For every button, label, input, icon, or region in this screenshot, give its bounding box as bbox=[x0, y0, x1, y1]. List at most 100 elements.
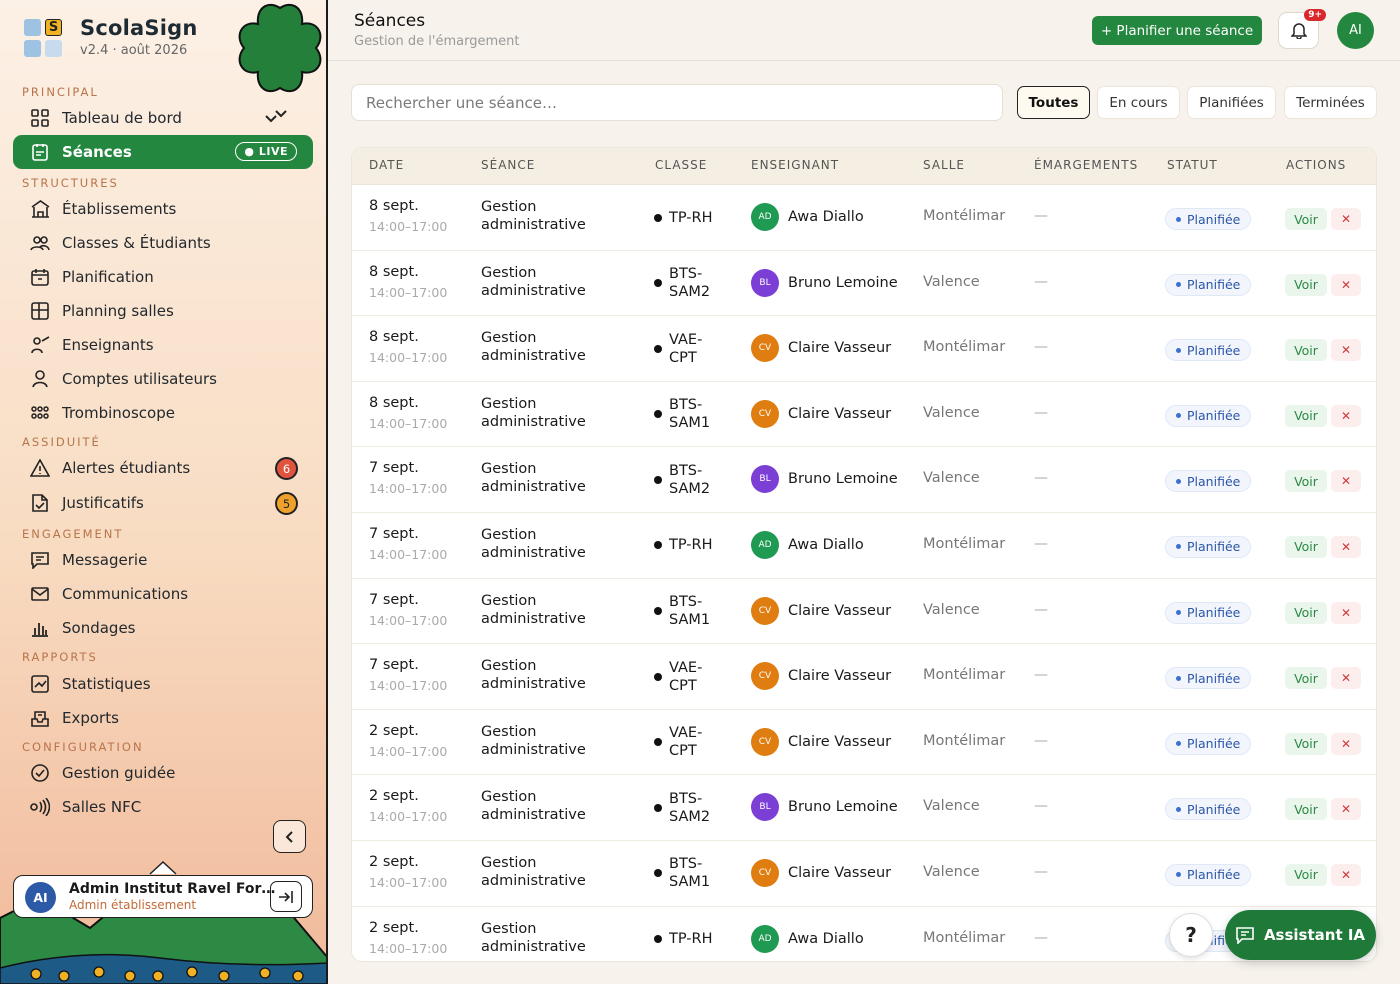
status-badge: Planifiée bbox=[1165, 208, 1252, 230]
sidebar-item-comptes-utilisateurs[interactable]: Comptes utilisateurs bbox=[13, 362, 313, 396]
voir-button[interactable]: Voir bbox=[1285, 470, 1327, 493]
row-time: 14:00–17:00 bbox=[369, 350, 448, 366]
warning-triangle-icon bbox=[30, 458, 50, 478]
table-row[interactable]: 7 sept. 14:00–17:00 Gestion administrative… bbox=[352, 447, 1376, 513]
column-statut[interactable]: STATUT bbox=[1167, 158, 1218, 172]
delete-button[interactable]: ✕ bbox=[1331, 601, 1361, 624]
delete-button[interactable]: ✕ bbox=[1331, 208, 1361, 230]
voir-button[interactable]: Voir bbox=[1285, 798, 1327, 821]
voir-button[interactable]: Voir bbox=[1285, 208, 1327, 230]
table-row[interactable]: 7 sept. 14:00–17:00 Gestion administrative… bbox=[352, 513, 1376, 579]
filter-planifiees[interactable]: Planifiées bbox=[1187, 86, 1276, 119]
column-date[interactable]: DATE bbox=[369, 158, 404, 172]
row-date: 7 sept. bbox=[369, 525, 419, 542]
column-enseignant[interactable]: ENSEIGNANT bbox=[751, 158, 839, 172]
sidebar-item-sondages[interactable]: Sondages bbox=[13, 611, 313, 645]
table-row[interactable]: 2 sept. 14:00–17:00 Gestion administrative… bbox=[352, 710, 1376, 776]
row-emargements: — bbox=[1034, 273, 1048, 290]
table-row[interactable]: 2 sept. 14:00–17:00 Gestion administrative… bbox=[352, 907, 1376, 961]
class-dot-icon bbox=[654, 869, 662, 878]
filter-terminees[interactable]: Terminées bbox=[1284, 86, 1377, 119]
column-seance[interactable]: SÉANCE bbox=[481, 158, 535, 172]
assistant-ia-button[interactable]: Assistant IA bbox=[1225, 910, 1376, 960]
row-date: 8 sept. bbox=[369, 329, 419, 346]
sidebar-item-justificatifs[interactable]: Justificatifs 5 bbox=[13, 486, 313, 520]
filter-toutes[interactable]: Toutes bbox=[1017, 86, 1090, 119]
voir-button[interactable]: Voir bbox=[1285, 601, 1327, 624]
sidebar-item-label: Justificatifs bbox=[62, 494, 144, 512]
voir-button[interactable]: Voir bbox=[1285, 667, 1327, 690]
column-classe[interactable]: CLASSE bbox=[655, 158, 707, 172]
status-dot-icon bbox=[1176, 610, 1181, 616]
row-emargements: — bbox=[1034, 470, 1048, 487]
teacher-name: Bruno Lemoine bbox=[788, 274, 898, 291]
row-date: 2 sept. bbox=[369, 853, 419, 870]
table-row[interactable]: 8 sept. 14:00–17:00 Gestion administrative… bbox=[352, 251, 1376, 317]
delete-button[interactable]: ✕ bbox=[1331, 470, 1361, 493]
row-emargements: — bbox=[1034, 667, 1048, 684]
row-classe: VAE-CPT bbox=[654, 710, 717, 775]
sidebar-item-trombinoscope[interactable]: Trombinoscope bbox=[13, 396, 313, 430]
collapse-sidebar-button[interactable] bbox=[273, 820, 306, 853]
sidebar-item-statistiques[interactable]: Statistiques bbox=[13, 667, 313, 701]
clipboard-icon bbox=[30, 142, 50, 162]
sidebar-item-classes-etudiants[interactable]: Classes & Étudiants bbox=[13, 226, 313, 260]
table-row[interactable]: 7 sept. 14:00–17:00 Gestion administrative… bbox=[352, 644, 1376, 710]
sidebar-item-enseignants[interactable]: Enseignants bbox=[13, 328, 313, 362]
user-profile-card[interactable]: AI Admin Institut Ravel For… Admin établ… bbox=[13, 875, 313, 918]
row-classe: BTS-SAM1 bbox=[654, 579, 717, 644]
table-row[interactable]: 8 sept. 14:00–17:00 Gestion administrative… bbox=[352, 185, 1376, 251]
teacher-name: Claire Vasseur bbox=[788, 602, 892, 619]
row-enseignant: AD Awa Diallo bbox=[751, 924, 864, 953]
sidebar-item-planning-salles[interactable]: Planning salles bbox=[13, 294, 313, 328]
sidebar-item-communications[interactable]: Communications bbox=[13, 577, 313, 611]
row-enseignant: CV Claire Vasseur bbox=[751, 727, 891, 756]
voir-button[interactable]: Voir bbox=[1285, 339, 1327, 362]
delete-button[interactable]: ✕ bbox=[1331, 863, 1361, 886]
voir-button[interactable]: Voir bbox=[1285, 535, 1327, 558]
sidebar-item-planification[interactable]: Planification bbox=[13, 260, 313, 294]
chat-icon bbox=[1236, 926, 1254, 944]
table-row[interactable]: 8 sept. 14:00–17:00 Gestion administrative… bbox=[352, 316, 1376, 382]
status-dot-icon bbox=[1176, 806, 1181, 812]
voir-button[interactable]: Voir bbox=[1285, 863, 1327, 886]
delete-button[interactable]: ✕ bbox=[1331, 732, 1361, 755]
teacher-name: Claire Vasseur bbox=[788, 864, 892, 881]
sidebar-item-gestion-guidee[interactable]: Gestion guidée bbox=[13, 756, 313, 790]
voir-button[interactable]: Voir bbox=[1285, 732, 1327, 755]
delete-button[interactable]: ✕ bbox=[1331, 404, 1361, 427]
sidebar-item-seances[interactable]: Séances ● LIVE bbox=[13, 135, 313, 169]
voir-button[interactable]: Voir bbox=[1285, 273, 1327, 296]
row-date: 2 sept. bbox=[369, 788, 419, 805]
delete-button[interactable]: ✕ bbox=[1331, 535, 1361, 558]
help-button[interactable]: ? bbox=[1169, 913, 1213, 957]
voir-button[interactable]: Voir bbox=[1285, 404, 1327, 427]
sidebar-item-messagerie[interactable]: Messagerie bbox=[13, 543, 313, 577]
search-input[interactable] bbox=[351, 84, 1003, 121]
row-enseignant: AD Awa Diallo bbox=[751, 203, 864, 231]
column-emargements[interactable]: ÉMARGEMENTS bbox=[1034, 158, 1138, 172]
logout-button[interactable] bbox=[270, 881, 302, 912]
delete-button[interactable]: ✕ bbox=[1331, 273, 1361, 296]
user-role: Admin établissement bbox=[69, 898, 197, 912]
table-row[interactable]: 2 sept. 14:00–17:00 Gestion administrative… bbox=[352, 841, 1376, 907]
sidebar-item-salles-nfc[interactable]: Salles NFC bbox=[13, 790, 313, 824]
sidebar-item-tableau-de-bord[interactable]: Tableau de bord bbox=[13, 101, 313, 135]
sidebar-item-alertes-etudiants[interactable]: Alertes étudiants 6 bbox=[13, 451, 313, 485]
table-row[interactable]: 8 sept. 14:00–17:00 Gestion administrative… bbox=[352, 382, 1376, 448]
sidebar-item-exports[interactable]: Exports bbox=[13, 701, 313, 735]
delete-button[interactable]: ✕ bbox=[1331, 339, 1361, 362]
sidebar-item-etablissements[interactable]: Établissements bbox=[13, 192, 313, 226]
avatar[interactable]: AI bbox=[1337, 12, 1374, 49]
teacher-avatar: CV bbox=[751, 399, 779, 428]
table-row[interactable]: 2 sept. 14:00–17:00 Gestion administrative… bbox=[352, 775, 1376, 841]
plan-seance-button[interactable]: + Planifier une séance bbox=[1092, 16, 1262, 45]
notifications-button[interactable]: 9+ bbox=[1278, 9, 1326, 49]
delete-button[interactable]: ✕ bbox=[1331, 798, 1361, 821]
column-salle[interactable]: SALLE bbox=[923, 158, 965, 172]
filter-en-cours[interactable]: En cours bbox=[1097, 86, 1180, 119]
delete-button[interactable]: ✕ bbox=[1331, 667, 1361, 690]
row-date: 2 sept. bbox=[369, 919, 419, 936]
row-seance: Gestion administrative bbox=[481, 395, 586, 430]
table-row[interactable]: 7 sept. 14:00–17:00 Gestion administrative… bbox=[352, 579, 1376, 645]
